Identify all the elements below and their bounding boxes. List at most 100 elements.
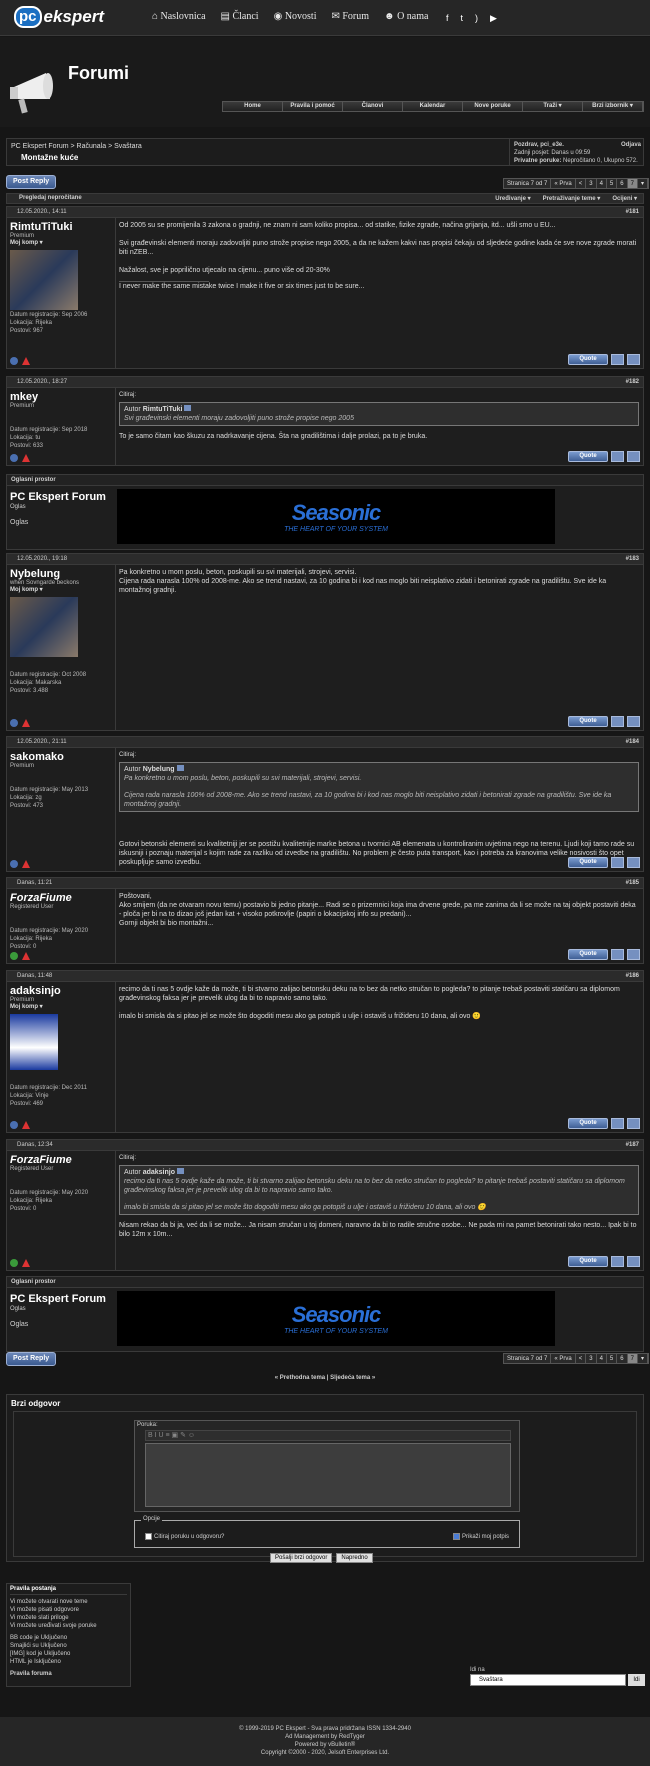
logout-link[interactable]: Odjava xyxy=(621,141,641,149)
rate-menu[interactable]: Ocijeni ▾ xyxy=(612,195,637,202)
my-computer-menu[interactable]: Moj komp ▾ xyxy=(10,1003,112,1010)
report-icon[interactable] xyxy=(22,719,30,727)
nav-articles[interactable]: ▤ Članci xyxy=(221,11,259,22)
navbar-new-posts[interactable]: Nove poruke xyxy=(463,102,523,111)
my-computer-menu[interactable]: Moj komp ▾ xyxy=(10,239,112,246)
quote-button[interactable]: Quote xyxy=(568,949,608,960)
username[interactable]: ForzaFiume xyxy=(10,892,112,904)
report-icon[interactable] xyxy=(22,860,30,868)
multiquote-icon[interactable] xyxy=(611,451,624,462)
quick-quote-icon[interactable] xyxy=(627,1256,640,1267)
thread-tools: Pregledaj nepročitane Uređivanje ▾ Pretra… xyxy=(6,193,644,204)
quick-reply: Brzi odgovor Poruka: B I U ≡ ▣ ✎ ☺ Opcij… xyxy=(6,1394,644,1562)
username[interactable]: sakomako xyxy=(10,751,112,763)
quote-button[interactable]: Quote xyxy=(568,1118,608,1129)
username[interactable]: RimtuTiTuki xyxy=(10,221,112,233)
quote-button[interactable]: Quote xyxy=(568,1256,608,1267)
site-logo[interactable]: pc ekspert xyxy=(14,6,118,28)
nav-about[interactable]: ☻ O nama xyxy=(384,11,428,22)
view-post-icon[interactable] xyxy=(176,1168,184,1174)
youtube-icon[interactable]: ▶ xyxy=(490,13,497,24)
report-icon[interactable] xyxy=(22,1259,30,1267)
username[interactable]: mkey xyxy=(10,391,112,403)
post-body: Citiraj: Autor Nybelung Pa konkretno u mo… xyxy=(119,751,639,867)
view-unread-link[interactable]: Pregledaj nepročitane xyxy=(19,195,82,201)
my-computer-menu[interactable]: Moj komp ▾ xyxy=(10,586,112,593)
multiquote-icon[interactable] xyxy=(611,716,624,727)
online-status-icon xyxy=(10,1259,18,1267)
forum-jump-select[interactable]: Svaštara xyxy=(470,1674,626,1686)
ad-banner[interactable]: Seasonic THE HEART OF YOUR SYSTEM xyxy=(117,1291,555,1346)
quick-quote-icon[interactable] xyxy=(627,451,640,462)
quick-quote-icon[interactable] xyxy=(627,354,640,365)
quick-quote-icon[interactable] xyxy=(627,857,640,868)
top-bar: pc ekspert ⌂ Naslovnica ▤ Članci ◉ Novost… xyxy=(0,0,650,36)
username[interactable]: adaksinjo xyxy=(10,985,112,997)
forum-header: Forumi Home Pravila i pomoć Članovi Kale… xyxy=(0,37,650,127)
username[interactable]: ForzaFiume xyxy=(10,1154,112,1166)
post-reply-button[interactable]: Post Reply xyxy=(6,1352,57,1366)
post-body: recimo da ti nas 5 ovdje kaže da može, t… xyxy=(119,986,620,1020)
signature-checkbox[interactable] xyxy=(453,1533,460,1540)
twitter-icon[interactable]: t xyxy=(461,13,464,24)
post-reply-button[interactable]: Post Reply xyxy=(6,175,57,189)
multiquote-icon[interactable] xyxy=(611,857,624,868)
report-icon[interactable] xyxy=(22,1121,30,1129)
forum-rules-link[interactable]: Pravila foruma xyxy=(10,1670,127,1678)
quote-button[interactable]: Quote xyxy=(568,354,608,365)
top-nav: ⌂ Naslovnica ▤ Članci ◉ Novosti ✉ Forum … xyxy=(152,11,428,22)
advanced-button[interactable]: Napredno xyxy=(336,1553,373,1563)
thread-nav-links[interactable]: « Prethodna tema | Sljedeća tema » xyxy=(0,1375,650,1381)
view-post-icon[interactable] xyxy=(176,765,184,771)
navbar-home[interactable]: Home xyxy=(223,102,283,111)
pagination: Stranica 7 od 7 « Prva <3 4 5 6 7 ▾ xyxy=(503,1353,649,1364)
options-box: Opcije Citiraj poruku u odgovoru? Prikaž… xyxy=(134,1516,520,1548)
quote-button[interactable]: Quote xyxy=(568,451,608,462)
quote-checkbox[interactable] xyxy=(145,1533,152,1540)
edit-menu[interactable]: Uređivanje ▾ xyxy=(495,195,530,202)
navbar-rules[interactable]: Pravila i pomoć xyxy=(283,102,343,111)
nav-home[interactable]: ⌂ Naslovnica xyxy=(152,11,206,22)
quick-quote-icon[interactable] xyxy=(627,716,640,727)
quick-quote-icon[interactable] xyxy=(627,1118,640,1129)
posting-rules: Pravila postanja Vi možete otvarati nove… xyxy=(6,1583,131,1687)
post-body: Poštovani, Ako smijem (da ne otvaram novu… xyxy=(119,893,636,927)
go-button[interactable]: Idi xyxy=(628,1674,645,1686)
message-textarea[interactable] xyxy=(145,1443,511,1507)
quote-button[interactable]: Quote xyxy=(568,857,608,868)
multiquote-icon[interactable] xyxy=(611,1118,624,1129)
multiquote-icon[interactable] xyxy=(611,949,624,960)
ad-block: Oglasni prostor PC Ekspert Forum Oglas O… xyxy=(6,1276,644,1352)
username[interactable]: Nybelung xyxy=(10,568,112,580)
rss-icon[interactable]: ) xyxy=(475,13,478,24)
navbar-calendar[interactable]: Kalendar xyxy=(403,102,463,111)
quote-box: Autor RimtuTiTuki Svi građevinski elemen… xyxy=(119,402,639,426)
post-body: Pa konkretno u mom poslu, beton, poskupi… xyxy=(119,569,607,594)
report-icon[interactable] xyxy=(22,454,30,462)
nav-news[interactable]: ◉ Novosti xyxy=(274,11,317,22)
avatar xyxy=(10,1014,58,1070)
quick-quote-icon[interactable] xyxy=(627,949,640,960)
quote-box: Autor Nybelung Pa konkretno u mom poslu,… xyxy=(119,762,639,812)
navbar-members[interactable]: Članovi xyxy=(343,102,403,111)
quote-button[interactable]: Quote xyxy=(568,716,608,727)
forum-navbar: Home Pravila i pomoć Članovi Kalendar No… xyxy=(222,101,644,112)
search-thread-menu[interactable]: Pretraživanje teme ▾ xyxy=(543,195,601,202)
nav-forum[interactable]: ✉ Forum xyxy=(331,11,369,22)
multiquote-icon[interactable] xyxy=(611,354,624,365)
breadcrumb-path[interactable]: PC Ekspert Forum > Računala > Svaštara xyxy=(11,143,142,150)
multiquote-icon[interactable] xyxy=(611,1256,624,1267)
view-post-icon[interactable] xyxy=(184,405,192,411)
navbar-quick-menu[interactable]: Brzi izbornik ▾ xyxy=(583,102,643,111)
report-icon[interactable] xyxy=(22,952,30,960)
user-panel: Pozdrav, pci_e3e. Odjava Zadnji posjet: … xyxy=(509,139,645,165)
editor-toolbar[interactable]: B I U ≡ ▣ ✎ ☺ xyxy=(145,1430,511,1441)
facebook-icon[interactable]: f xyxy=(446,13,449,24)
online-status-icon xyxy=(10,719,18,727)
navbar-search[interactable]: Traži ▾ xyxy=(523,102,583,111)
ad-banner[interactable]: Seasonic THE HEART OF YOUR SYSTEM xyxy=(117,489,555,544)
pm-label[interactable]: Privatne poruke: xyxy=(514,158,561,164)
send-quick-reply-button[interactable]: Pošalji brzi odgovor xyxy=(270,1553,333,1563)
report-icon[interactable] xyxy=(22,357,30,365)
quote-box: Autor adaksinjo recimo da ti nas 5 ovdje… xyxy=(119,1165,639,1215)
